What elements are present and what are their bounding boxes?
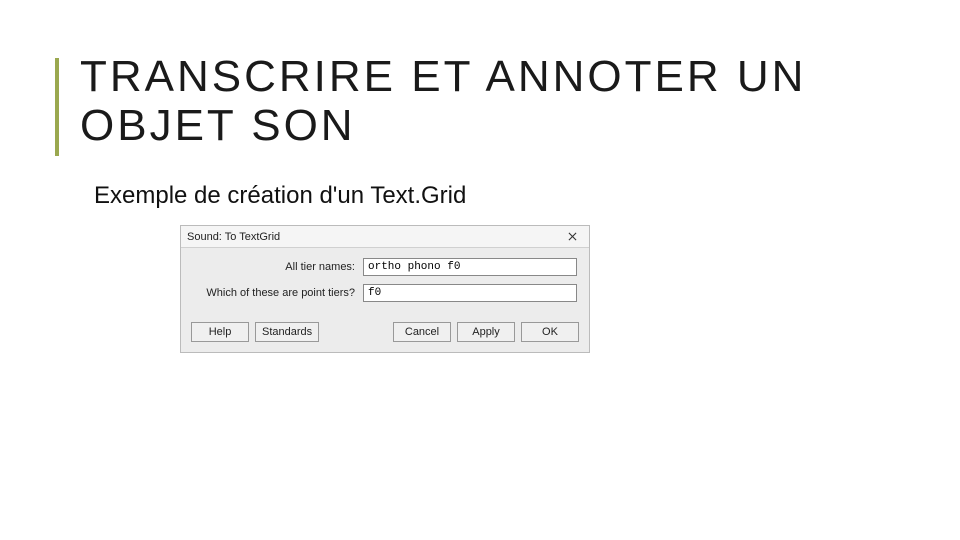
dialog-titlebar: Sound: To TextGrid xyxy=(181,226,589,248)
ok-button[interactable]: OK xyxy=(521,322,579,342)
slide-title: TRANSCRIRE ET ANNOTER UN OBJET SON xyxy=(80,52,960,151)
cancel-button[interactable]: Cancel xyxy=(393,322,451,342)
dialog-screenshot: Sound: To TextGrid All tier names: Which… xyxy=(180,225,590,353)
dialog-title: Sound: To TextGrid xyxy=(187,231,280,243)
point-tiers-row: Which of these are point tiers? xyxy=(193,284,577,302)
tier-names-label: All tier names: xyxy=(193,261,363,273)
dialog-body: All tier names: Which of these are point… xyxy=(181,248,589,316)
tier-names-row: All tier names: xyxy=(193,258,577,276)
point-tiers-input[interactable] xyxy=(363,284,577,302)
apply-button[interactable]: Apply xyxy=(457,322,515,342)
help-button[interactable]: Help xyxy=(191,322,249,342)
slide-subtitle: Exemple de création d'un Text.Grid xyxy=(94,182,466,210)
slide: TRANSCRIRE ET ANNOTER UN OBJET SON Exemp… xyxy=(0,0,960,540)
standards-button[interactable]: Standards xyxy=(255,322,319,342)
textgrid-dialog: Sound: To TextGrid All tier names: Which… xyxy=(180,225,590,353)
button-spacer xyxy=(325,322,387,342)
dialog-button-row: Help Standards Cancel Apply OK xyxy=(181,316,589,352)
tier-names-input[interactable] xyxy=(363,258,577,276)
point-tiers-label: Which of these are point tiers? xyxy=(193,287,363,299)
title-accent-bar xyxy=(55,58,59,156)
close-icon[interactable] xyxy=(561,228,583,246)
